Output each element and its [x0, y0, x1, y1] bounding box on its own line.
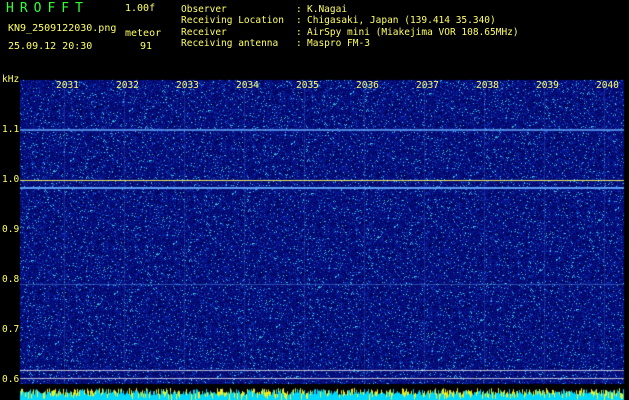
app-version: 1.00f [125, 3, 156, 14]
mode-label: meteor [125, 28, 162, 39]
x-tick-label: 2038 [476, 80, 499, 91]
x-tick-label: 2036 [356, 80, 379, 91]
x-tick-label: 2037 [416, 80, 439, 91]
meta-value-receiver: AirSpy mini (Miakejima VOR 108.65MHz) [307, 27, 519, 38]
meta-colon: : [296, 15, 302, 26]
y-tick-label: 0.6 [2, 374, 20, 385]
x-tick-label: 2031 [56, 80, 79, 91]
meta-value-location: Chigasaki, Japan (139.414 35.340) [307, 15, 496, 26]
y-tick-label: 1.0 [2, 174, 20, 185]
meta-value-antenna: Maspro FM-3 [307, 38, 370, 49]
meta-label-location: Receiving Location [181, 15, 284, 26]
spectrogram-canvas[interactable] [0, 72, 629, 400]
x-tick-label: 2034 [236, 80, 259, 91]
file-name: KN9_2509122030.png [8, 23, 117, 34]
mode-value: 91 [140, 41, 153, 52]
y-tick-label: 0.8 [2, 274, 20, 285]
x-tick-label: 2040 [596, 80, 619, 91]
meta-label-antenna: Receiving antenna [181, 38, 279, 49]
meta-colon: : [296, 27, 302, 38]
meta-label-observer: Observer [181, 4, 227, 15]
meta-colon: : [296, 4, 302, 15]
app-title: HROFFT [6, 1, 89, 16]
meta-label-receiver: Receiver [181, 27, 227, 38]
x-tick-label: 2035 [296, 80, 319, 91]
y-tick-label: 0.9 [2, 224, 20, 235]
x-tick-label: 2033 [176, 80, 199, 91]
y-tick-label: 0.7 [2, 324, 20, 335]
x-tick-label: 2039 [536, 80, 559, 91]
meta-value-observer: K.Nagai [307, 4, 348, 15]
meta-colon: : [296, 38, 302, 49]
y-tick-label: 1.1 [2, 124, 20, 135]
axis-unit-label: kHz [2, 74, 20, 85]
file-timestamp: 25.09.12 20:30 [8, 41, 93, 52]
x-tick-label: 2032 [116, 80, 139, 91]
